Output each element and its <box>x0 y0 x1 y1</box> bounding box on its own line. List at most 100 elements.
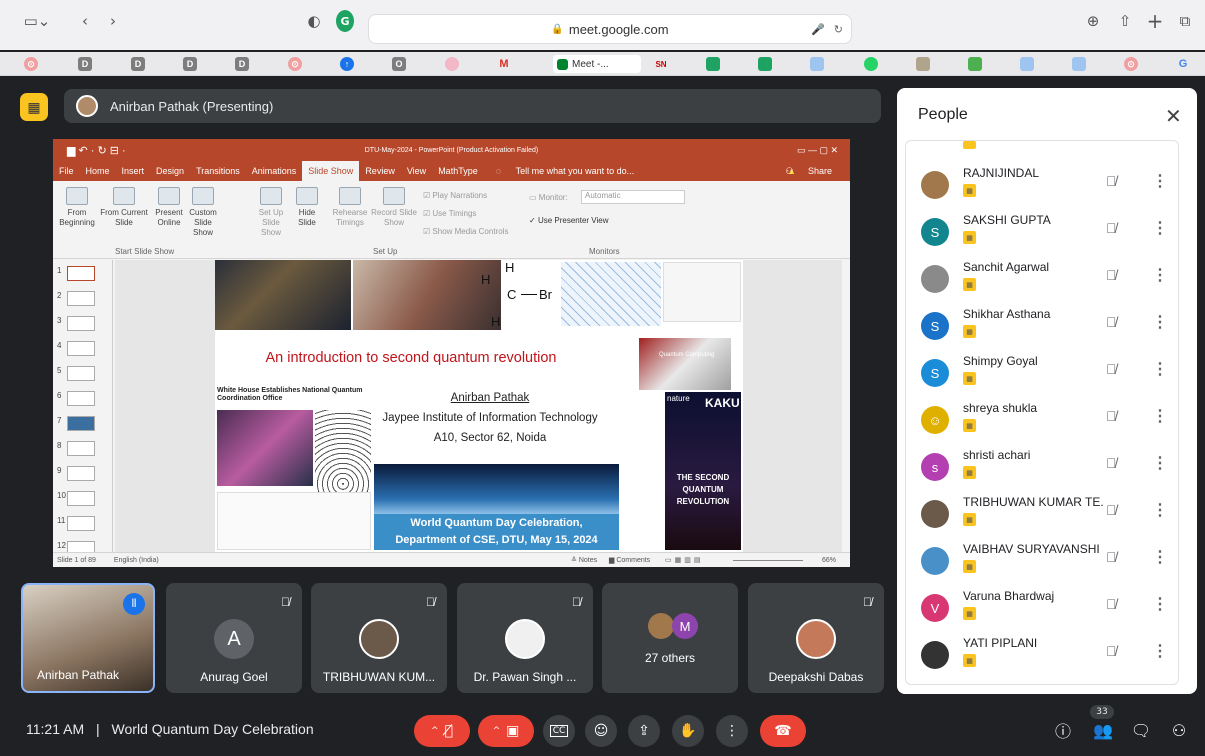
from-beginning-button[interactable]: From Beginning <box>55 187 99 228</box>
emoji-button[interactable]: ☺ <box>585 715 617 747</box>
forward-icon[interactable]: › <box>106 10 120 32</box>
bookmark-d[interactable]: D <box>78 55 92 73</box>
view-buttons[interactable]: ▭▦▥▤ <box>665 556 703 564</box>
share-button[interactable]: ⚇ Share <box>773 161 844 181</box>
thumbnail-item[interactable]: 8 <box>57 441 95 456</box>
participant-row[interactable]: VAIBHAV SURYAVANSHI ▦ 🎙̸ ⋮ <box>906 539 1178 585</box>
participant-row[interactable]: YATI PIPLANI ▦ 🎙̸ ⋮ <box>906 633 1178 679</box>
tab-transitions[interactable]: Transitions <box>190 161 246 181</box>
tab-file[interactable]: File <box>53 161 80 181</box>
meeting-details-icon[interactable]: ⓘ <box>1050 717 1076 743</box>
back-icon[interactable]: ‹ <box>78 10 92 32</box>
shield-icon[interactable]: ◐ <box>306 10 322 32</box>
bookmark-favicon[interactable]: ⊙ <box>1124 55 1138 73</box>
bookmark-favicon[interactable] <box>758 55 772 73</box>
tab-mathtype[interactable]: MathType <box>432 161 484 181</box>
participant-row[interactable]: S SAKSHI GUPTA ▦ 🎙̸ ⋮ <box>906 210 1178 256</box>
tab-review[interactable]: Review <box>359 161 401 181</box>
thumbnail-item[interactable]: 6 <box>57 391 95 406</box>
rehearse-timings-button[interactable]: Rehearse Timings <box>329 187 371 228</box>
comments-button[interactable]: ▆ Comments <box>609 556 650 564</box>
thumbnail-item[interactable]: 1 <box>57 266 95 281</box>
show-media-controls-checkbox[interactable]: ☑ Show Media Controls <box>423 227 508 237</box>
video-tile[interactable]: 🎙̸ A Anurag Goel <box>166 583 302 693</box>
zoom-slider[interactable] <box>733 560 803 561</box>
bookmark-sn[interactable]: SN <box>654 55 668 73</box>
tab-insert[interactable]: Insert <box>116 161 151 181</box>
presentation-icon[interactable]: ▦ <box>20 93 48 121</box>
notes-button[interactable]: ≙ Notes <box>571 556 597 564</box>
tabs-overview-icon[interactable]: ⧉ <box>1176 10 1194 32</box>
tab-design[interactable]: Design <box>150 161 190 181</box>
microphone-icon[interactable]: 🎤 <box>811 23 825 36</box>
thumbnail-item[interactable]: 7 <box>57 416 95 431</box>
more-options-button[interactable]: ⋮ <box>716 715 748 747</box>
bookmark-favicon[interactable] <box>445 55 459 73</box>
participant-row[interactable]: S Shimpy Goyal ▦ 🎙̸ ⋮ <box>906 351 1178 397</box>
video-tile[interactable]: 🎙̸ Dr. Pawan Singh ... <box>457 583 593 693</box>
thumbnail-item[interactable]: 12 <box>57 541 95 556</box>
monitor-select[interactable]: Automatic <box>581 190 685 204</box>
bookmark-favicon[interactable]: ↑ <box>340 55 354 73</box>
thumbnail-item[interactable]: 9 <box>57 466 95 481</box>
participant-row[interactable]: ☺ shreya shukla ▦ 🎙̸ ⋮ <box>906 398 1178 444</box>
more-options-icon[interactable]: ⋮ <box>1152 406 1168 426</box>
more-options-icon[interactable]: ⋮ <box>1152 218 1168 238</box>
bookmark-favicon[interactable] <box>810 55 824 73</box>
bookmark-d[interactable]: D <box>183 55 197 73</box>
tell-me-search[interactable]: ◌ Tell me what you want to do... <box>484 161 646 181</box>
new-tab-icon[interactable]: + <box>1146 9 1164 33</box>
close-icon[interactable]: ✕ <box>1165 104 1182 128</box>
camera-toggle-button[interactable]: ^ ▣ <box>478 715 534 747</box>
participant-row[interactable]: s shristi achari ▦ 🎙̸ ⋮ <box>906 445 1178 491</box>
bookmark-gmail[interactable]: M <box>497 55 511 73</box>
chat-icon[interactable]: 🗨 <box>1128 717 1154 743</box>
tab-home[interactable]: Home <box>80 161 116 181</box>
video-tile[interactable]: 🎙̸ Deepakshi Dabas <box>748 583 884 693</box>
bookmark-favicon[interactable] <box>968 55 982 73</box>
bookmark-favicon[interactable] <box>916 55 930 73</box>
thumbnail-item[interactable]: 5 <box>57 366 95 381</box>
more-options-icon[interactable]: ⋮ <box>1152 500 1168 520</box>
use-presenter-view-checkbox[interactable]: ✓ Use Presenter View <box>529 216 609 226</box>
bookmark-meet-tab[interactable]: Meet -... <box>553 55 641 73</box>
video-tile-others[interactable]: M 27 others <box>602 583 738 693</box>
grammarly-icon[interactable]: G <box>336 10 354 32</box>
bookmark-favicon[interactable]: ⊙ <box>288 55 302 73</box>
address-bar[interactable]: 🔒 meet.google.com 🎤 ↻ <box>368 14 852 44</box>
activities-icon[interactable]: ⚇ <box>1166 717 1192 743</box>
present-button[interactable]: ⇪ <box>628 715 660 747</box>
more-options-icon[interactable]: ⋮ <box>1152 594 1168 614</box>
thumbnail-item[interactable]: 2 <box>57 291 95 306</box>
more-options-icon[interactable]: ⋮ <box>1152 265 1168 285</box>
from-current-slide-button[interactable]: From Current Slide <box>99 187 149 228</box>
more-options-icon[interactable]: ⋮ <box>1152 641 1168 661</box>
bookmark-favicon[interactable] <box>1020 55 1034 73</box>
participant-row[interactable]: V Varuna Bhardwaj ▦ 🎙̸ ⋮ <box>906 586 1178 632</box>
mic-toggle-button[interactable]: ^ 🎙̸ <box>414 715 470 747</box>
bookmark-favicon[interactable] <box>1072 55 1086 73</box>
more-options-icon[interactable]: ⋮ <box>1152 547 1168 567</box>
participant-row[interactable]: TRIBHUWAN KUMAR TE... ▦ 🎙̸ ⋮ <box>906 492 1178 538</box>
share-icon[interactable]: ⇧ <box>1116 10 1134 32</box>
tab-view[interactable]: View <box>401 161 432 181</box>
download-icon[interactable]: ⊕ <box>1084 10 1102 32</box>
participant-row[interactable]: S Shikhar Asthana ▦ 🎙̸ ⋮ <box>906 304 1178 350</box>
leave-call-button[interactable]: ☎ <box>760 715 806 747</box>
use-timings-checkbox[interactable]: ☑ Use Timings <box>423 209 476 219</box>
participant-row[interactable]: RAJNIJINDAL ▦ 🎙̸ ⋮ <box>906 163 1178 209</box>
present-online-button[interactable]: Present Online <box>153 187 185 228</box>
captions-button[interactable]: CC <box>543 715 575 747</box>
record-slide-show-button[interactable]: Record Slide Show <box>371 187 417 228</box>
sidebar-toggle-icon[interactable]: ▭⌄ <box>22 10 52 32</box>
raise-hand-button[interactable]: ✋ <box>672 715 704 747</box>
more-options-icon[interactable]: ⋮ <box>1152 171 1168 191</box>
bookmark-d[interactable]: D <box>235 55 249 73</box>
bookmark-d[interactable]: D <box>131 55 145 73</box>
people-button[interactable]: 33 👥 <box>1090 705 1116 743</box>
reload-icon[interactable]: ↻ <box>834 23 843 36</box>
participant-row[interactable]: Sanchit Agarwal ▦ 🎙̸ ⋮ <box>906 257 1178 303</box>
bookmark-o[interactable]: O <box>392 55 406 73</box>
bookmark-whatsapp[interactable] <box>864 55 878 73</box>
bookmark-favicon[interactable] <box>706 55 720 73</box>
